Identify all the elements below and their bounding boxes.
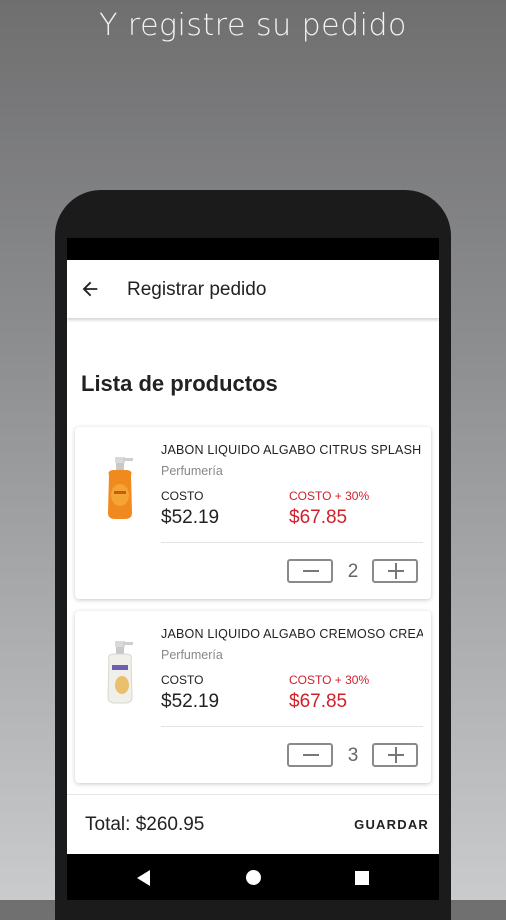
markup-cost-value: $67.85 (289, 507, 348, 528)
bottom-bar: Total: $260.95 GUARDAR (67, 794, 439, 855)
app-content: Registrar pedido Lista de productos JABO… (67, 260, 439, 855)
cost-value: $52.19 (161, 507, 220, 528)
cost-value: $52.19 (161, 691, 220, 712)
quantity-value: 3 (347, 745, 359, 766)
nav-back-icon[interactable] (137, 870, 150, 886)
markup-cost-label: COSTO + 30% (289, 489, 370, 503)
cost-label: COSTO (161, 673, 204, 687)
product-name: JABON LIQUIDO ALGABO CREMOSO CREAM (161, 627, 423, 641)
nav-recent-apps-icon[interactable] (355, 871, 369, 885)
plus-icon-vertical (395, 747, 397, 763)
status-bar (67, 238, 439, 260)
markup-cost-label: COSTO + 30% (289, 673, 370, 687)
section-title: Lista de productos (81, 371, 278, 396)
decrement-button[interactable] (287, 559, 333, 583)
app-bar: Registrar pedido (67, 260, 439, 318)
product-card[interactable]: JABON LIQUIDO ALGABO CREMOSO CREAM Perfu… (75, 611, 431, 783)
product-category: Perfumería (161, 464, 223, 478)
white-soap-bottle-icon (107, 641, 133, 704)
phone-screen: Registrar pedido Lista de productos JABO… (67, 238, 439, 900)
promo-title: Y registre su pedido (99, 8, 407, 43)
markup-cost-value: $67.85 (289, 691, 348, 712)
product-name: JABON LIQUIDO ALGABO CITRUS SPLASH (161, 443, 422, 457)
divider (161, 726, 423, 727)
page-title: Registrar pedido (127, 279, 267, 300)
save-button[interactable]: GUARDAR (354, 817, 429, 832)
orange-soap-bottle-icon (108, 457, 133, 519)
minus-icon (303, 754, 319, 756)
quantity-value: 2 (347, 561, 359, 582)
increment-button[interactable] (372, 559, 418, 583)
order-total: Total: $260.95 (85, 814, 205, 835)
nav-home-icon[interactable] (246, 870, 261, 885)
divider (161, 542, 423, 543)
system-nav-bar (67, 854, 439, 900)
decrement-button[interactable] (287, 743, 333, 767)
product-card[interactable]: JABON LIQUIDO ALGABO CITRUS SPLASH Perfu… (75, 427, 431, 599)
plus-icon-vertical (395, 563, 397, 579)
minus-icon (303, 570, 319, 572)
cost-label: COSTO (161, 489, 204, 503)
arrow-left-icon[interactable] (79, 278, 101, 300)
product-category: Perfumería (161, 648, 223, 662)
increment-button[interactable] (372, 743, 418, 767)
